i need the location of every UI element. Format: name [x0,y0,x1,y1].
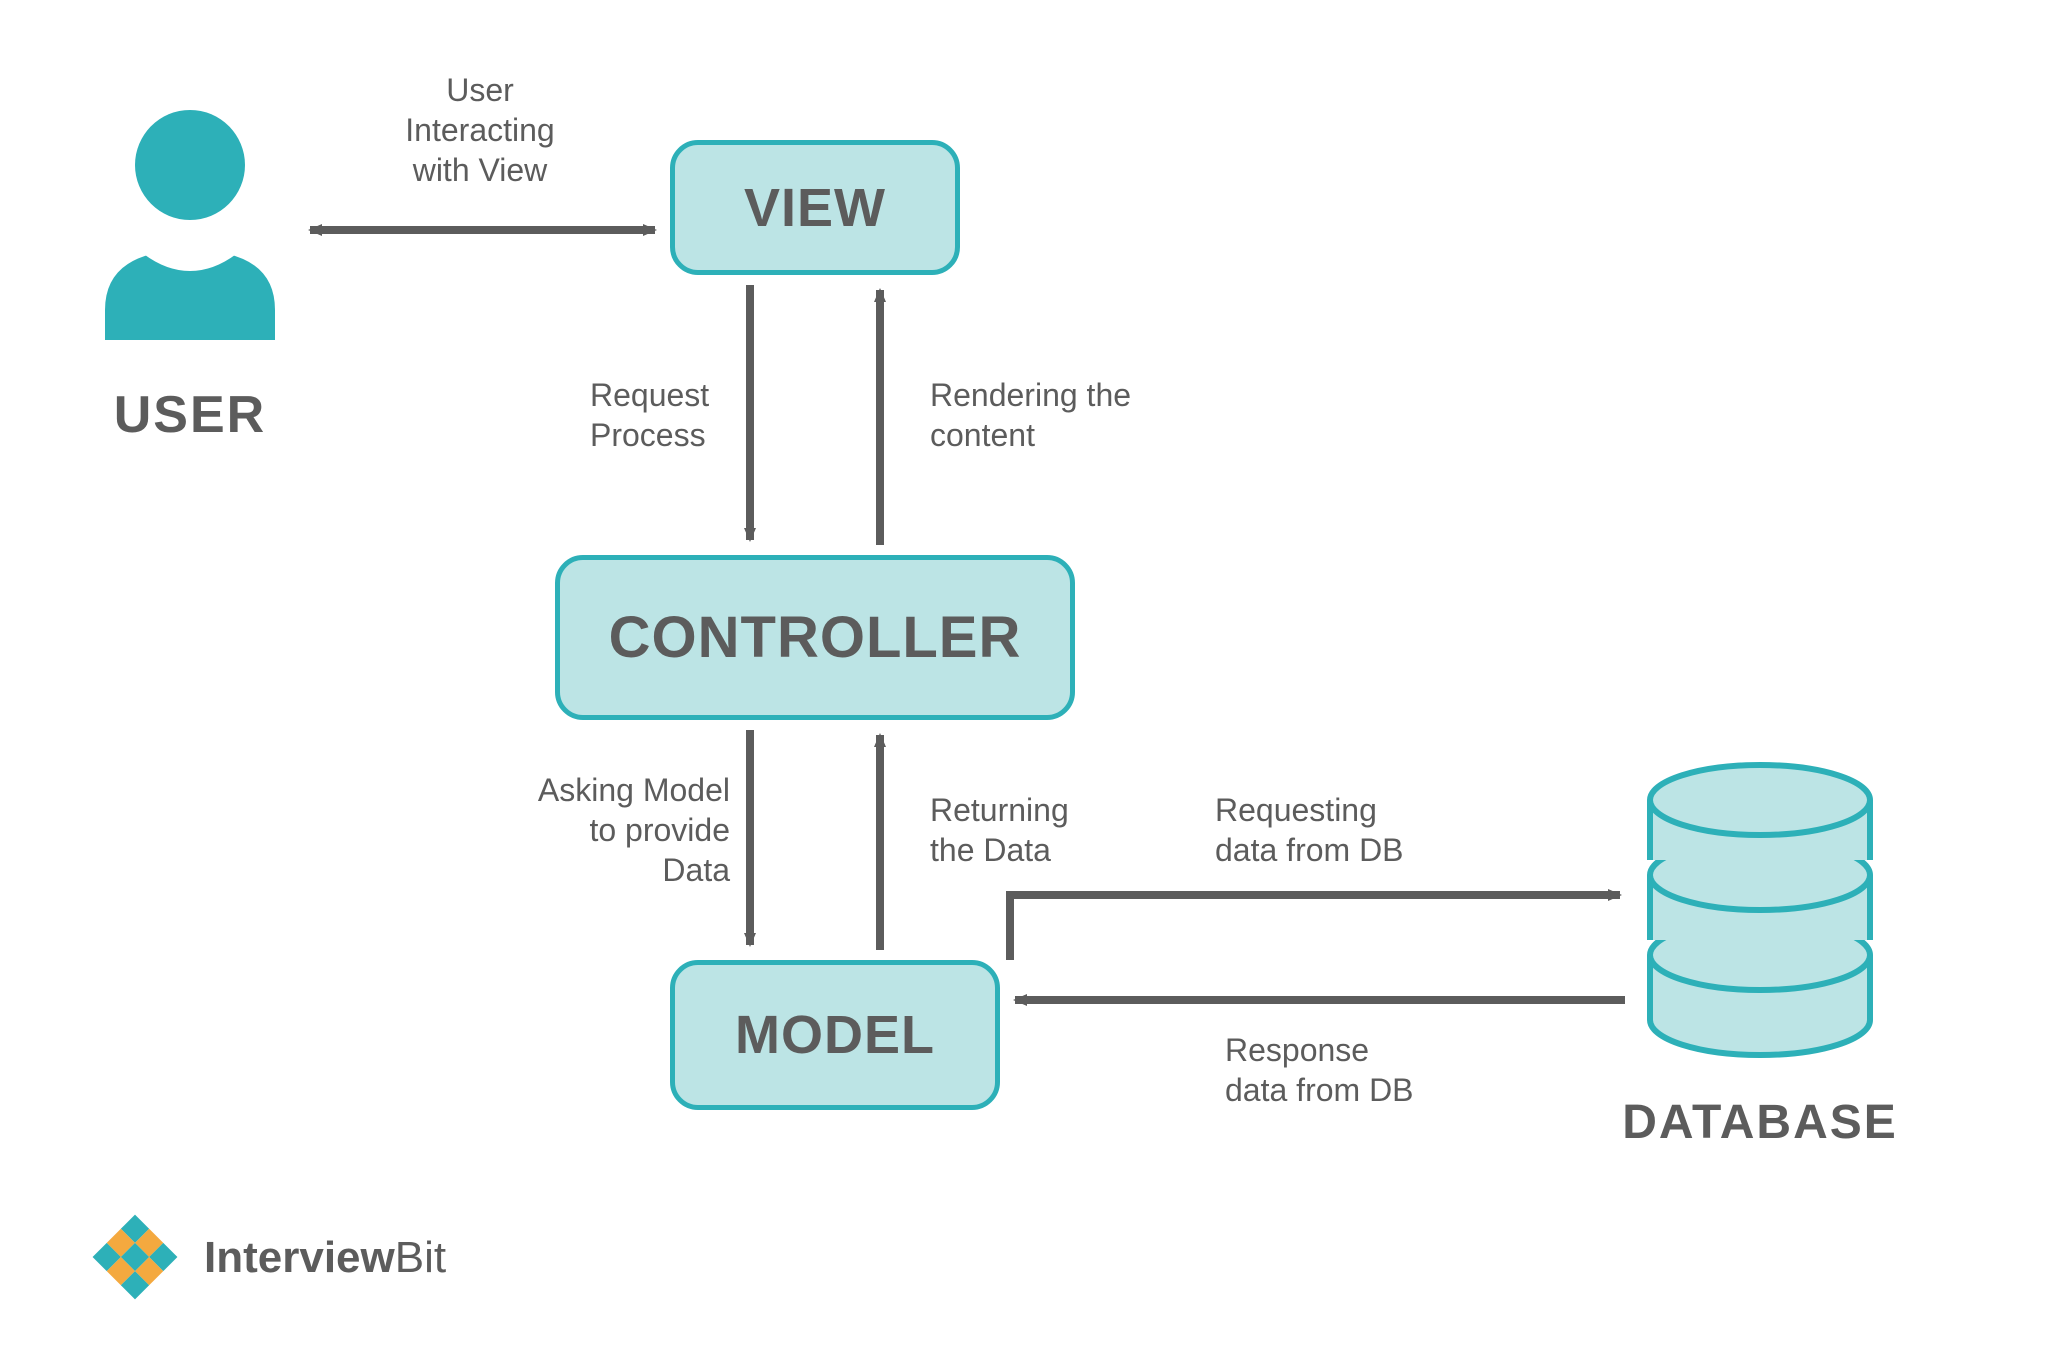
view-box: VIEW [670,140,960,275]
label-db-to-model: Response data from DB [1225,1030,1485,1110]
database-label: DATABASE [1590,1095,1930,1150]
brand-logo-icon [80,1210,190,1305]
user-icon [85,100,295,340]
controller-box: CONTROLLER [555,555,1075,720]
database-icon [1640,760,1880,1060]
label-model-to-controller: Returning the Data [930,790,1130,870]
label-view-to-controller: Request Process [590,375,750,455]
brand-logo-text-light: Bit [395,1233,446,1282]
user-label: USER [70,385,310,445]
label-model-to-db: Requesting data from DB [1215,790,1475,870]
label-controller-to-view: Rendering the content [930,375,1190,455]
label-controller-to-model: Asking Model to provide Data [490,770,730,890]
model-box-label: MODEL [735,1004,935,1066]
brand-logo-text: InterviewBit [204,1233,446,1283]
controller-box-label: CONTROLLER [609,604,1022,671]
brand-logo-text-bold: Interview [204,1233,395,1282]
label-user-view: User Interacting with View [365,70,595,190]
view-box-label: VIEW [744,177,886,239]
model-box: MODEL [670,960,1000,1110]
brand-logo: InterviewBit [80,1210,446,1305]
